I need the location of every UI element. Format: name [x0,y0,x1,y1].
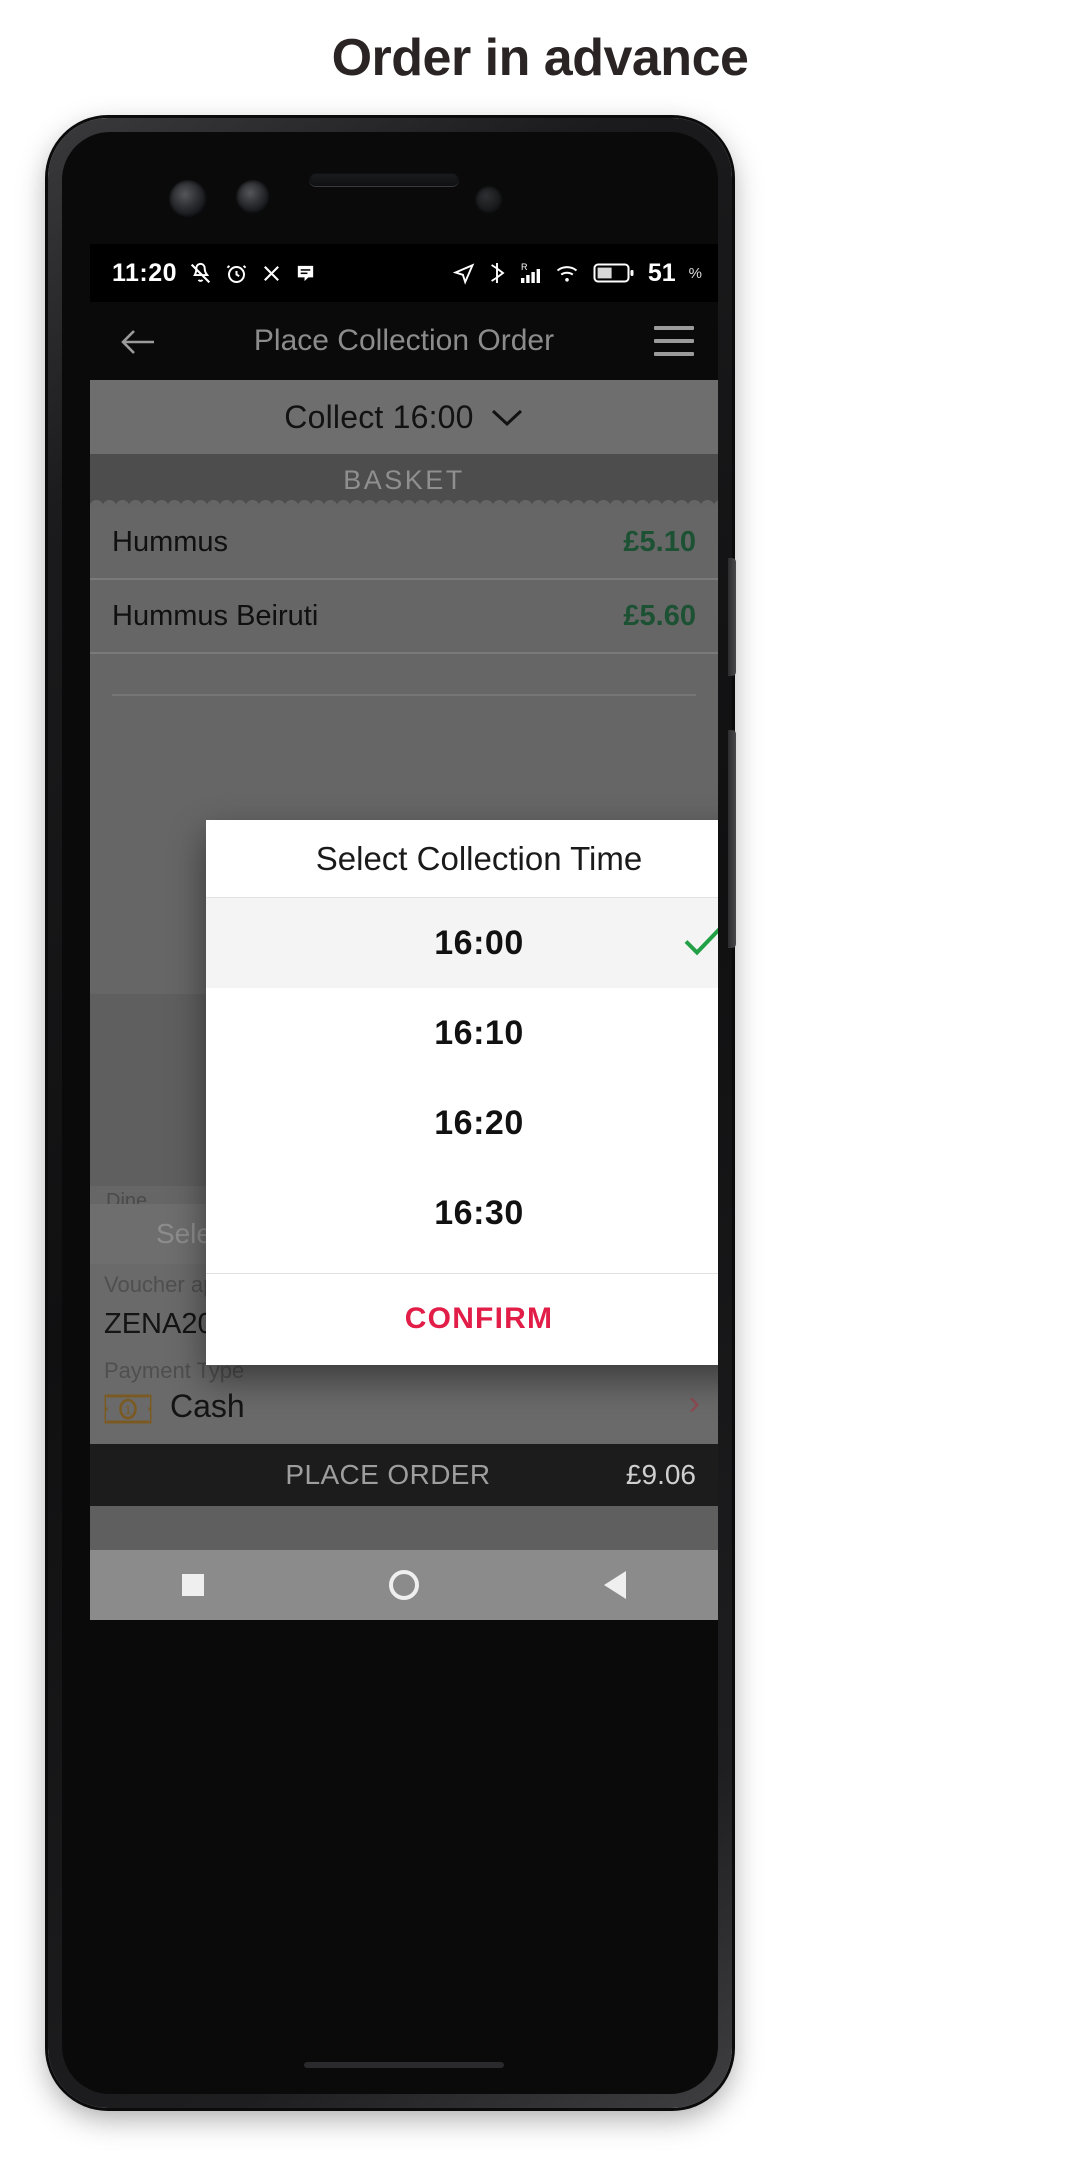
recents-square-icon[interactable] [182,1574,205,1596]
time-option-row[interactable]: 16:00 [206,898,718,988]
close-icon [264,265,280,281]
back-triangle-icon[interactable] [603,1571,626,1599]
basket-item-name: Hummus [112,525,229,558]
chevron-down-icon [491,409,522,427]
divider [112,694,696,696]
basket-section-label: BASKET [343,464,465,495]
banknote-icon: 1 [104,1394,152,1424]
svg-text:R: R [521,262,528,272]
confirm-button[interactable]: CONFIRM [405,1302,553,1336]
collect-time-selector[interactable]: Collect 16:00 [90,380,718,454]
dialog-title: Select Collection Time [206,820,718,898]
place-order-button[interactable]: PLACE ORDER £9.06 [90,1444,718,1506]
time-option-row[interactable]: 16:20 [206,1078,718,1168]
place-order-label: PLACE ORDER [285,1459,491,1490]
status-bar: 11:20 R 51 % [90,244,718,302]
phone-mockup: 11:20 R 51 % Place Collection Order Coll… [48,118,736,2108]
payment-type-value: Cash [170,1388,245,1424]
alarm-icon [226,264,247,283]
time-option-label: 16:10 [434,1013,524,1052]
bell-off-icon [190,262,211,283]
home-circle-icon[interactable] [388,1570,419,1600]
status-bar-left: 11:20 [112,244,317,302]
app-bar: Place Collection Order [90,302,718,380]
page-header-title: Place Collection Order [253,324,555,357]
status-clock: 11:20 [112,258,178,287]
basket-item-name: Hummus Beiruti [112,599,319,632]
wifi-icon [556,265,577,282]
phone-body: 11:20 R 51 % Place Collection Order Coll… [62,132,718,2094]
sensor-icon [236,180,270,214]
time-option-label: 16:30 [434,1193,524,1232]
time-option-label: 16:00 [434,923,524,962]
time-option-row[interactable]: 16:30 [206,1168,718,1258]
chevron-right-icon[interactable]: › [689,1386,700,1420]
time-option-label: 16:20 [434,1103,524,1142]
earpiece-speaker [309,172,459,186]
status-bar-right: R 51 % [452,244,702,302]
location-arrow-icon [452,263,475,285]
hamburger-menu-icon[interactable] [654,326,694,356]
battery-percent: 51 [647,258,676,287]
collect-time-label: Collect 16:00 [284,398,474,435]
front-camera-icon [169,180,207,218]
basket-item-price: £5.10 [623,525,696,558]
svg-text:1: 1 [125,1403,132,1417]
proximity-sensor-icon [475,186,503,214]
phone-side-button-power[interactable] [728,730,736,948]
basket-row[interactable]: Hummus Beiruti £5.60 [90,580,718,654]
time-option-row[interactable]: 16:10 [206,988,718,1078]
phone-side-button-volume[interactable] [728,558,736,676]
android-nav-bar [90,1550,718,1620]
basket-row[interactable]: Hummus £5.10 [90,506,718,580]
check-icon [682,924,718,963]
basket-item-price: £5.60 [623,599,696,632]
phone-screen: 11:20 R 51 % Place Collection Order Coll… [90,244,718,1550]
message-icon [297,265,314,281]
dialog-footer: CONFIRM [206,1273,718,1364]
bluetooth-icon [490,263,505,283]
phone-bottom-accent [304,2062,504,2068]
collection-time-options: 16:00 16:10 16:20 16:30 [206,898,718,1273]
place-order-total: £9.06 [625,1459,696,1490]
page-title: Order in advance [331,29,749,87]
basket-section-header: BASKET [90,454,718,507]
signal-roaming-icon: R [520,262,540,283]
battery-icon [593,263,634,283]
select-collection-time-dialog: Select Collection Time 16:00 16:10 16:20… [206,820,718,1365]
battery-percent-symbol: % [688,264,702,282]
